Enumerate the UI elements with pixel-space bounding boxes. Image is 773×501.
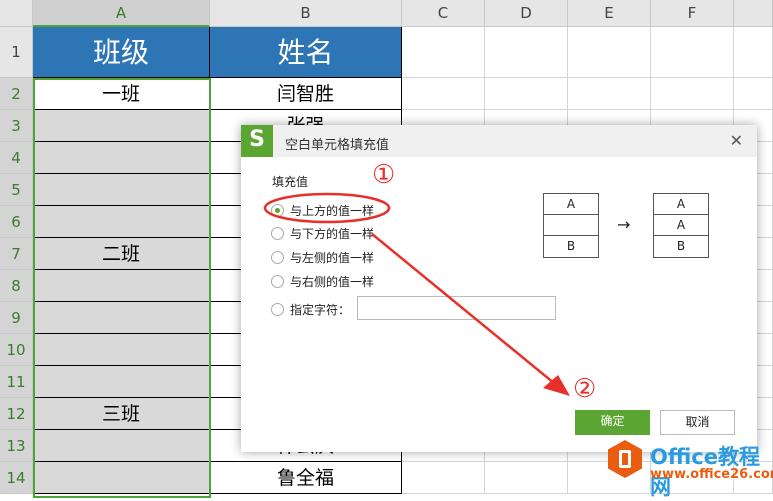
watermark-url: www.office26.com	[650, 467, 773, 482]
step-2-marker: ②	[573, 374, 597, 404]
annotation-overlay	[263, 192, 570, 396]
annotation-arrow-line	[371, 233, 561, 389]
step-1-marker: ①	[372, 160, 396, 190]
highlight-ellipse	[263, 192, 391, 224]
